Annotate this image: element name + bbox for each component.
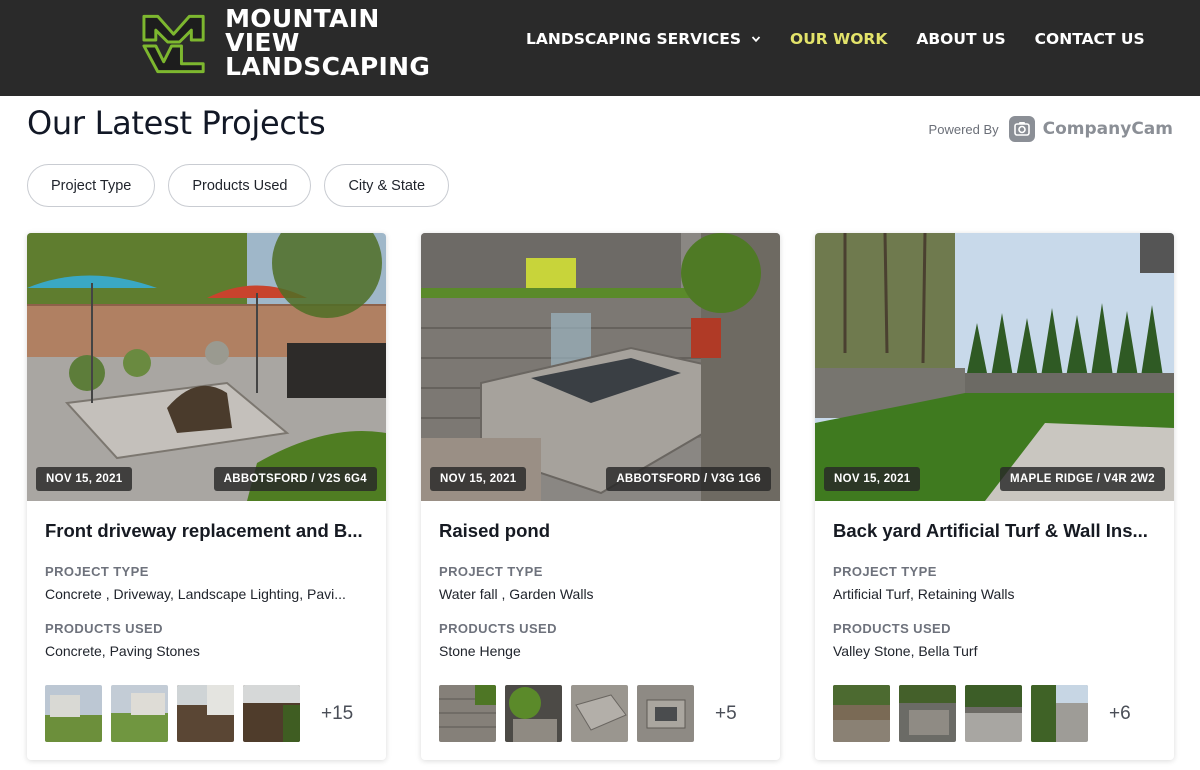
nav-landscaping-services[interactable]: LANDSCAPING SERVICES — [526, 30, 761, 48]
filter-bar: Project Type Products Used City & State — [27, 164, 462, 207]
filter-project-type[interactable]: Project Type — [27, 164, 156, 207]
products-used-label: PRODUCTS USED — [439, 621, 557, 636]
site-header: MOUNTAIN VIEW LANDSCAPING LANDSCAPING SE… — [0, 0, 1200, 96]
photo-thumbnail[interactable] — [111, 685, 168, 742]
project-type-label: PROJECT TYPE — [45, 564, 149, 579]
photo-thumbnail[interactable] — [1031, 685, 1088, 742]
project-card[interactable]: NOV 15, 2021 ABBOTSFORD / V3G 1G6 Raised… — [421, 233, 780, 760]
project-type-label: PROJECT TYPE — [439, 564, 543, 579]
project-card[interactable]: NOV 15, 2021 ABBOTSFORD / V2S 6G4 Front … — [27, 233, 386, 760]
main-nav: LANDSCAPING SERVICES OUR WORK ABOUT US C… — [526, 30, 1174, 48]
date-badge: NOV 15, 2021 — [430, 467, 527, 491]
photo-thumbnail[interactable] — [177, 685, 234, 742]
products-used-value: Concrete, Paving Stones — [45, 643, 200, 659]
chevron-down-icon — [751, 36, 761, 43]
filter-city-state[interactable]: City & State — [324, 164, 450, 207]
filter-products-used[interactable]: Products Used — [168, 164, 312, 207]
photo-thumbnail[interactable] — [505, 685, 562, 742]
project-title[interactable]: Raised pond — [439, 520, 765, 542]
page-title: Our Latest Projects — [27, 104, 326, 142]
photo-thumbnail[interactable] — [45, 685, 102, 742]
location-badge: ABBOTSFORD / V3G 1G6 — [606, 467, 771, 491]
nav-about-us[interactable]: ABOUT US — [916, 30, 1005, 48]
powered-by-brand: CompanyCam — [1042, 119, 1173, 139]
project-type-value: Concrete , Driveway, Landscape Lighting,… — [45, 586, 346, 602]
products-used-value: Valley Stone, Bella Turf — [833, 643, 978, 659]
date-badge: NOV 15, 2021 — [824, 467, 921, 491]
project-type-label: PROJECT TYPE — [833, 564, 937, 579]
location-badge: ABBOTSFORD / V2S 6G4 — [213, 467, 377, 491]
products-used-value: Stone Henge — [439, 643, 521, 659]
nav-contact-us[interactable]: CONTACT US — [1035, 30, 1145, 48]
powered-by-label: Powered By — [928, 121, 999, 137]
logo[interactable]: MOUNTAIN VIEW LANDSCAPING — [140, 4, 460, 81]
more-photos-count[interactable]: +5 — [715, 703, 737, 725]
location-badge: MAPLE RIDGE / V4R 2W2 — [1000, 467, 1165, 491]
photo-thumbnail[interactable] — [243, 685, 300, 742]
photo-thumbnails: +5 — [439, 685, 737, 742]
photo-thumbnail[interactable] — [571, 685, 628, 742]
project-photo[interactable]: NOV 15, 2021 ABBOTSFORD / V3G 1G6 — [421, 233, 780, 501]
photo-thumbnail[interactable] — [439, 685, 496, 742]
project-photo[interactable]: NOV 15, 2021 MAPLE RIDGE / V4R 2W2 — [815, 233, 1174, 501]
project-card[interactable]: NOV 15, 2021 MAPLE RIDGE / V4R 2W2 Back … — [815, 233, 1174, 760]
powered-by[interactable]: Powered By CompanyCam — [929, 116, 1173, 142]
photo-thumbnails: +15 — [45, 685, 353, 742]
project-type-value: Artificial Turf, Retaining Walls — [833, 586, 1015, 602]
companycam-logo-icon — [1008, 116, 1035, 142]
photo-thumbnail[interactable] — [965, 685, 1022, 742]
project-title[interactable]: Back yard Artificial Turf & Wall Ins... — [833, 520, 1159, 542]
photo-thumbnails: +6 — [833, 685, 1131, 742]
more-photos-count[interactable]: +6 — [1109, 703, 1131, 725]
nav-label: ABOUT US — [916, 30, 1006, 48]
nav-our-work[interactable]: OUR WORK — [790, 30, 887, 48]
products-used-label: PRODUCTS USED — [833, 621, 951, 636]
date-badge: NOV 15, 2021 — [36, 467, 133, 491]
brand-name-line2: LANDSCAPING — [225, 52, 431, 81]
nav-label: LANDSCAPING SERVICES — [526, 30, 742, 48]
nav-label: CONTACT US — [1034, 30, 1145, 48]
logo-text: MOUNTAIN VIEW LANDSCAPING — [225, 4, 460, 81]
brand-name-line1: MOUNTAIN VIEW — [225, 4, 380, 57]
project-title[interactable]: Front driveway replacement and B... — [45, 520, 371, 542]
photo-thumbnail[interactable] — [637, 685, 694, 742]
project-photo[interactable]: NOV 15, 2021 ABBOTSFORD / V2S 6G4 — [27, 233, 386, 501]
more-photos-count[interactable]: +15 — [321, 703, 353, 725]
photo-thumbnail[interactable] — [899, 685, 956, 742]
logo-mark-icon — [142, 14, 205, 74]
products-used-label: PRODUCTS USED — [45, 621, 163, 636]
photo-thumbnail[interactable] — [833, 685, 890, 742]
project-type-value: Water fall , Garden Walls — [439, 586, 594, 602]
nav-label: OUR WORK — [790, 30, 888, 48]
